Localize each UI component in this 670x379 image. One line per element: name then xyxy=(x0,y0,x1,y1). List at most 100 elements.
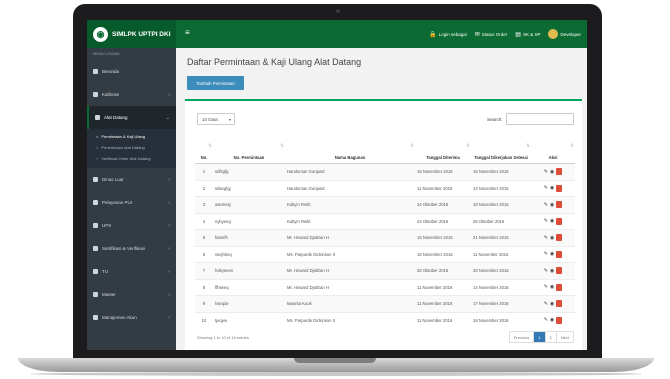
column-header-request-no[interactable]: No. Permintaan ⇅ xyxy=(213,138,285,164)
sidebar-item-pelayanan-pui[interactable]: Pelayanan PUI ‹ xyxy=(87,191,176,214)
sidebar-item-label: Master xyxy=(102,292,116,297)
sidebar-item-ups[interactable]: UPS ‹ xyxy=(87,214,176,237)
sidebar-item-dinas-luar[interactable]: Dinas Luar ‹ xyxy=(87,168,176,191)
sidebar-subitem-penerimaan[interactable]: ○ Penerimaan Alat Datang xyxy=(87,142,176,153)
cell-name: Mr. Howard Djatlzan H xyxy=(285,278,415,296)
delete-icon[interactable] xyxy=(556,283,563,291)
pagination-page-1[interactable]: 1 xyxy=(534,332,546,342)
column-header-received-date[interactable]: Tanggal Diterima ⇅ xyxy=(415,138,471,164)
cell-name: Ms. Parpurde Dickinson II xyxy=(285,245,415,263)
table-row: 6 ssejhheq Ms. Parpurde Dickinson II 16 Nov… xyxy=(195,245,575,263)
folder-icon xyxy=(95,115,100,120)
cell-name: Handoman Gunjand xyxy=(285,179,415,197)
edit-icon[interactable]: ✎ xyxy=(544,268,548,274)
caret-down-icon: ▾ xyxy=(228,116,231,122)
edit-icon[interactable]: ✎ xyxy=(544,202,548,208)
sidebar-subitem-label: Verifikasi Order Alat Datang xyxy=(101,156,151,161)
folder-icon xyxy=(93,200,98,205)
cell-finished-date: 16 November 2016 xyxy=(471,163,531,180)
cell-no: 10 xyxy=(195,311,213,328)
sidebar-item-manajemen-akun[interactable]: Manajemen Akun ‹ xyxy=(87,306,176,329)
chevron-left-icon: ‹ xyxy=(168,199,170,206)
view-icon[interactable]: ◉ xyxy=(550,185,554,191)
logo-emblem-icon: ◉ xyxy=(93,26,108,42)
delete-icon[interactable] xyxy=(556,250,563,258)
app-screen: ◉ SIMLPK UPTPI DKI ≡ 🔒 Login sebagai ✉ S… xyxy=(87,20,587,350)
edit-icon[interactable]: ✎ xyxy=(544,317,548,323)
cell-received-date: 16 November 2016 xyxy=(415,163,471,180)
sidebar-item-label: Sertifikasi & Verifikasi xyxy=(102,246,146,251)
delete-icon[interactable] xyxy=(556,168,563,176)
chevron-left-icon: ‹ xyxy=(168,91,170,98)
pagination-previous[interactable]: Previous xyxy=(510,332,535,342)
cell-no: 4 xyxy=(195,212,213,230)
sidebar-item-kalibrasi[interactable]: Kalibrasi ‹ xyxy=(87,83,176,106)
chevron-down-icon: ⌄ xyxy=(165,114,170,121)
delete-icon[interactable] xyxy=(556,234,563,242)
view-icon[interactable]: ◉ xyxy=(550,235,554,241)
brand-logo[interactable]: ◉ SIMLPK UPTPI DKI xyxy=(87,20,176,48)
chevron-left-icon: ‹ xyxy=(168,176,170,183)
cell-no: 3 xyxy=(195,196,213,213)
sidebar-item-beranda[interactable]: Beranda xyxy=(87,60,176,83)
column-header-finished-date[interactable]: Tanggal Dikerjakan Selesai ⇅ xyxy=(471,138,531,164)
menu-toggle-icon[interactable]: ≡ xyxy=(185,28,190,37)
column-header-no[interactable]: No. ⇅ xyxy=(195,138,213,164)
sidebar-item-label: UPS xyxy=(102,223,112,228)
cell-finished-date: 18 November 2016 xyxy=(471,311,531,328)
view-icon[interactable]: ◉ xyxy=(550,218,554,224)
cell-actions: ✎ ◉ xyxy=(531,196,575,213)
delete-icon[interactable] xyxy=(556,184,563,192)
top-link-login[interactable]: 🔒 Login sebagai xyxy=(429,31,467,38)
sort-icon: ⇅ xyxy=(526,143,530,148)
delete-icon[interactable] xyxy=(556,316,563,324)
top-link-label: Status Order xyxy=(481,31,508,37)
top-link-user[interactable]: Developer xyxy=(548,29,581,39)
column-header-name[interactable]: Nama Bagunan ⇅ xyxy=(285,138,415,164)
page-length-select[interactable]: 10 Data ▾ xyxy=(197,113,235,125)
sidebar-subitem-permintaan[interactable]: ○ Permintaan & Kaji Ulang xyxy=(87,131,176,142)
cell-received-date: 26 Oktober 2016 xyxy=(415,262,471,279)
sidebar-item-alat-datang[interactable]: Alat Datang ⌄ xyxy=(87,106,176,129)
cell-name: Kaltym Rwht xyxy=(285,212,415,230)
pagination-next[interactable]: Next xyxy=(557,332,573,342)
delete-icon[interactable] xyxy=(556,267,563,275)
pagination-page-2[interactable]: 2 xyxy=(546,332,557,342)
view-icon[interactable]: ◉ xyxy=(550,202,554,208)
chevron-left-icon: ‹ xyxy=(168,314,170,321)
add-request-button[interactable]: Tambah Permintaan xyxy=(187,76,244,90)
row-actions: ✎ ◉ xyxy=(533,283,573,291)
table-row: 5 fatnefh Mr. Howard Djatlzan H 16 November… xyxy=(195,229,575,246)
search-input[interactable] xyxy=(506,113,574,125)
user-avatar xyxy=(548,29,559,39)
sidebar-subitem-verifikasi[interactable]: ○ Verifikasi Order Alat Datang xyxy=(87,153,176,164)
view-icon[interactable]: ◉ xyxy=(550,268,554,274)
sidebar-item-master[interactable]: Master ‹ xyxy=(87,283,176,306)
row-actions: ✎ ◉ xyxy=(533,234,573,242)
delete-icon[interactable] xyxy=(556,217,563,225)
edit-icon[interactable]: ✎ xyxy=(544,284,548,290)
edit-icon[interactable]: ✎ xyxy=(544,169,548,175)
top-navbar: ◉ SIMLPK UPTPI DKI ≡ 🔒 Login sebagai ✉ S… xyxy=(87,20,587,48)
sidebar-item-label: Beranda xyxy=(102,69,120,74)
edit-icon[interactable]: ✎ xyxy=(544,185,548,191)
sidebar-item-sertifikasi[interactable]: Sertifikasi & Verifikasi ‹ xyxy=(87,237,176,260)
edit-icon[interactable]: ✎ xyxy=(544,251,548,257)
delete-icon[interactable] xyxy=(556,201,563,209)
view-icon[interactable]: ◉ xyxy=(550,317,554,323)
top-link-label: SK & SP xyxy=(522,31,541,37)
edit-icon[interactable]: ✎ xyxy=(544,218,548,224)
top-link-status-order[interactable]: ✉ Status Order xyxy=(475,31,508,38)
view-icon[interactable]: ◉ xyxy=(550,169,554,175)
view-icon[interactable]: ◉ xyxy=(550,301,554,307)
top-link-sk-sp[interactable]: ▤ SK & SP xyxy=(515,31,540,38)
user-name: Developer xyxy=(560,31,581,37)
edit-icon[interactable]: ✎ xyxy=(544,301,548,307)
sidebar-item-tu[interactable]: TU ‹ xyxy=(87,260,176,283)
table-row: 7 hdsyeeen Mr. Howard Djatlzan H 26 Oktober… xyxy=(195,262,575,279)
cell-request-no: hseqde xyxy=(213,295,285,312)
delete-icon[interactable] xyxy=(556,300,563,308)
view-icon[interactable]: ◉ xyxy=(550,251,554,257)
view-icon[interactable]: ◉ xyxy=(550,284,554,290)
edit-icon[interactable]: ✎ xyxy=(544,235,548,241)
